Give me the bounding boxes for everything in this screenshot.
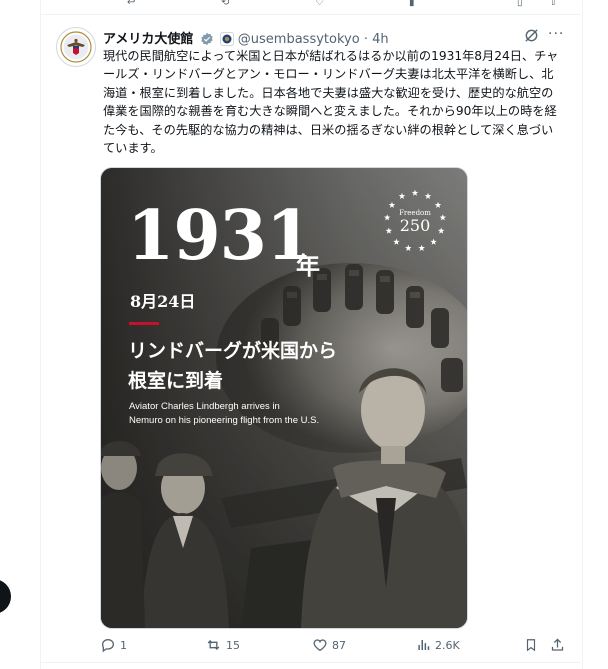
action-bar: 1 15 87 2.6K [100,637,570,657]
freedom-250-logo: Freedom 250 [379,185,451,257]
prev-reply-icon[interactable]: ↩ [127,0,135,8]
author-handle[interactable]: @usembassytokyo [238,32,360,47]
badge-star [430,238,437,245]
verified-badge-icon[interactable] [200,32,214,46]
tweet-image[interactable]: 1931 年 8月24日 リンドバーグが米国から 根室に到着 Aviator C… [100,167,468,629]
repost-icon [207,640,220,650]
prev-share-icon[interactable]: ⇧ [549,0,557,8]
separator-dot: · [363,32,368,47]
share-button[interactable] [550,637,569,653]
previous-post-footer: ↩ ⟲ ♡ ▮ ▯ ⇧ [41,0,581,15]
subtitle-line-1: Aviator Charles Lindbergh arrives in [129,401,280,412]
views-button[interactable]: 2.6K [416,637,460,653]
prev-bookmark-icon[interactable]: ▯ [517,0,523,8]
author-name[interactable]: アメリカ大使館 [103,32,193,47]
post-time[interactable]: 4h [372,32,389,47]
grok-icon[interactable] [524,28,539,47]
prev-repost-icon[interactable]: ⟲ [221,0,229,8]
headline-line-1: リンドバーグが米国から [128,340,338,362]
like-count: 87 [332,639,346,652]
reply-button[interactable]: 1 [100,637,127,653]
badge-star [424,192,432,199]
floating-action-button[interactable] [0,579,11,614]
badge-star [418,244,425,251]
badge-star [398,192,406,199]
tweet-text: 現代の民間航空によって米国と日本が結ばれるはるか以前の1931年8月24日、チャ… [103,49,559,156]
repost-button[interactable]: 15 [205,637,240,653]
embassy-seal-icon [58,29,94,65]
government-affiliation-icon[interactable] [219,32,234,46]
badge-number: 250 [399,216,431,235]
like-button[interactable]: 87 [312,637,346,653]
headline-line-2: 根室に到着 [128,370,224,392]
tweet-header: アメリカ大使館 @usembassytokyo · 4h [103,28,389,47]
year-suffix: 年 [296,251,320,280]
views-icon [418,640,430,650]
subtitle-line-2: Nemuro on his pioneering flight from the… [129,415,320,426]
avatar[interactable] [56,27,96,67]
reply-icon [101,638,115,653]
badge-star [388,201,396,208]
accent-bar [129,322,159,325]
share-icon [551,638,564,651]
bookmark-button[interactable] [524,637,542,653]
repost-count: 15 [226,639,240,652]
japanese-headline: リンドバーグが米国から 根室に到着 [128,336,448,396]
badge-star [434,201,442,208]
english-subtitle: Aviator Charles Lindbergh arrives in Nem… [129,400,429,428]
badge-star [393,238,400,245]
like-icon [313,639,327,652]
date-heading: 8月24日 [130,292,196,311]
views-count: 2.6K [435,639,460,652]
divider [41,662,581,663]
badge-star [405,244,412,251]
prev-like-icon[interactable]: ♡ [315,0,324,8]
bookmark-icon [526,639,536,652]
more-icon[interactable]: ··· [548,26,564,42]
year-heading: 1931 [127,196,313,276]
prev-views-icon[interactable]: ▮ [409,0,415,8]
reply-count: 1 [120,639,127,652]
badge-star [411,189,419,196]
